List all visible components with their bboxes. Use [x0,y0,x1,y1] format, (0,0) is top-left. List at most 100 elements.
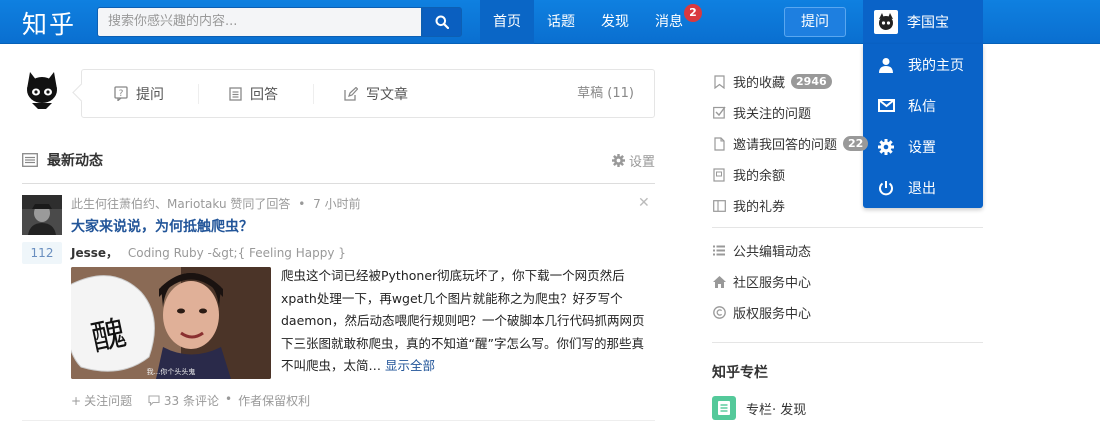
feed-title-text: 最新动态 [47,153,103,169]
author-info: Jesse， Coding Ruby -&gt;{ Feeling Happy … [71,244,346,261]
sidebar-item-label: 版权服务中心 [733,307,812,322]
search-button[interactable] [422,7,462,37]
sidebar-item-label: 社区服务中心 [733,276,812,291]
nav-messages-label: 消息 [655,14,683,30]
top-bar: 知乎 搜索你感兴趣的内容... 首页 话题 发现 消息 2 提问 李国宝 [0,0,1100,44]
zhihu-logo[interactable]: 知乎 [22,5,76,41]
search-icon [435,15,449,29]
composer-ask-button[interactable]: ? 提问 [114,70,164,117]
feed-list-icon [22,153,38,167]
author-bio: Coding Ruby -&gt;{ Feeling Happy } [127,246,346,260]
author-name[interactable]: Jesse [71,246,106,260]
user-menu-toggle[interactable]: 李国宝 [863,0,983,44]
collections-count-badge: 2946 [791,74,832,89]
activity-source[interactable]: 此生何往萧伯约、Mariotaku 赞同了回答 [71,197,290,211]
divider [198,84,199,104]
sidebar-service-menu: 公共编辑动态 社区服务中心 版权服务中心 [712,235,983,328]
zhuanlan-discover-link[interactable]: 专栏· 发现 [712,396,806,420]
vote-count[interactable]: 112 [22,242,62,264]
nav-home[interactable]: 首页 [480,0,534,44]
sidebar-item-label: 我的礼券 [733,200,786,215]
activity-time: 7 小时前 [313,197,361,211]
item-actions: + 关注问题 33 条评论 • 作者保留权利 [71,392,310,409]
question-icon: ? [114,86,128,101]
feed-settings-link[interactable]: 设置 [611,150,655,170]
follow-label: 关注问题 [84,394,133,408]
action-separator [138,392,142,409]
sidebar-item-label: 我关注的问题 [733,107,812,122]
sidebar-item-coupons[interactable]: 我的礼券 [712,190,983,221]
sidebar-item-label: 我的收藏 [733,76,786,91]
sidebar-item-copyright[interactable]: 版权服务中心 [712,297,983,328]
main-nav: 首页 话题 发现 消息 2 [480,0,702,44]
sidebar-item-balance[interactable]: 我的余额 [712,159,983,190]
bookmark-icon [712,74,726,89]
copyright-icon [712,306,726,319]
document-icon [712,136,726,151]
feed-header: 最新动态 设置 [22,150,655,184]
activity-avatar[interactable] [22,195,62,235]
divider [313,84,314,104]
sidebar-item-invitations[interactable]: 邀请我回答的问题 22 [712,128,983,159]
checkbox-icon [712,106,726,119]
answer-thumbnail[interactable]: 醜 我...你个头头鬼 [71,267,271,379]
gear-icon [611,153,625,167]
zhuanlan-discover-label: 专栏· 发现 [746,402,807,418]
nav-topics[interactable]: 话题 [534,0,588,44]
wallet-icon [712,167,726,182]
feed-settings-label: 设置 [628,154,655,170]
ask-question-button[interactable]: 提问 [784,7,846,37]
sidebar-item-label: 邀请我回答的问题 [733,138,838,153]
sidebar-item-community[interactable]: 社区服务中心 [712,266,983,297]
divider [712,342,983,343]
author-comma: ， [106,246,119,260]
meta-dot: • [298,197,306,211]
composer-box: ? 提问 回答 写文章 草稿 (11) [81,69,655,118]
action-separator: • [225,392,233,406]
thumbnail-caption: 我...你个头头鬼 [146,368,196,376]
comments-button[interactable]: 33 条评论 [148,392,219,409]
composer-write-label: 写文章 [366,86,408,103]
sidebar-item-label: 我的余额 [733,169,786,184]
sidebar-item-collections[interactable]: 我的收藏 2946 [712,66,983,97]
invitations-count-badge: 22 [843,136,869,151]
question-title[interactable]: 大家来说说，为何抵触爬虫？ [71,216,253,236]
my-avatar[interactable] [22,69,62,109]
user-avatar [874,10,898,34]
message-count-badge: 2 [684,4,702,22]
composer-answer-label: 回答 [250,86,278,103]
rights-link[interactable]: 作者保留权利 [238,392,310,409]
zhuanlan-title: 知乎专栏 [712,365,768,381]
nav-messages[interactable]: 消息 2 [642,0,702,44]
composer-ask-label: 提问 [136,86,164,103]
sidebar-item-label: 公共编辑动态 [733,245,812,260]
composer-answer-button[interactable]: 回答 [229,70,278,117]
zhuanlan-icon [712,396,736,420]
rights-label: 作者保留权利 [238,394,311,408]
excerpt-text: 爬虫这个词已经被Pythoner彻底玩坏了，你下载一个网页然后xpath处理一下… [281,268,645,374]
answer-excerpt: 爬虫这个词已经被Pythoner彻底玩坏了，你下载一个网页然后xpath处理一下… [281,265,656,378]
pencil-icon [344,86,358,101]
plus-icon: + [71,393,82,408]
answer-icon [229,86,242,101]
list-icon [712,245,726,256]
coupon-icon [712,199,726,212]
nav-explore[interactable]: 发现 [588,0,642,44]
home-icon [712,275,726,288]
composer-write-button[interactable]: 写文章 [344,70,408,117]
follow-question-button[interactable]: + 关注问题 [71,392,132,409]
drafts-link[interactable]: 草稿 (11) [577,70,634,117]
sidebar-item-public-edits[interactable]: 公共编辑动态 [712,235,983,266]
user-name: 李国宝 [907,15,949,31]
comment-icon [148,395,160,406]
sidebar-menu: 我的收藏 2946 我关注的问题 邀请我回答的问题 22 我的余额 我的礼券 [712,66,983,221]
close-icon[interactable]: ✕ [638,195,650,211]
feed-title: 最新动态 [22,150,103,170]
search-input[interactable]: 搜索你感兴趣的内容... [97,7,422,37]
sidebar-item-followed-questions[interactable]: 我关注的问题 [712,97,983,128]
activity-meta: 此生何往萧伯约、Mariotaku 赞同了回答 • 7 小时前 [71,195,361,212]
divider [22,420,655,421]
divider [712,227,983,228]
svg-text:?: ? [119,89,124,99]
show-all-link[interactable]: 显示全部 [385,358,435,373]
